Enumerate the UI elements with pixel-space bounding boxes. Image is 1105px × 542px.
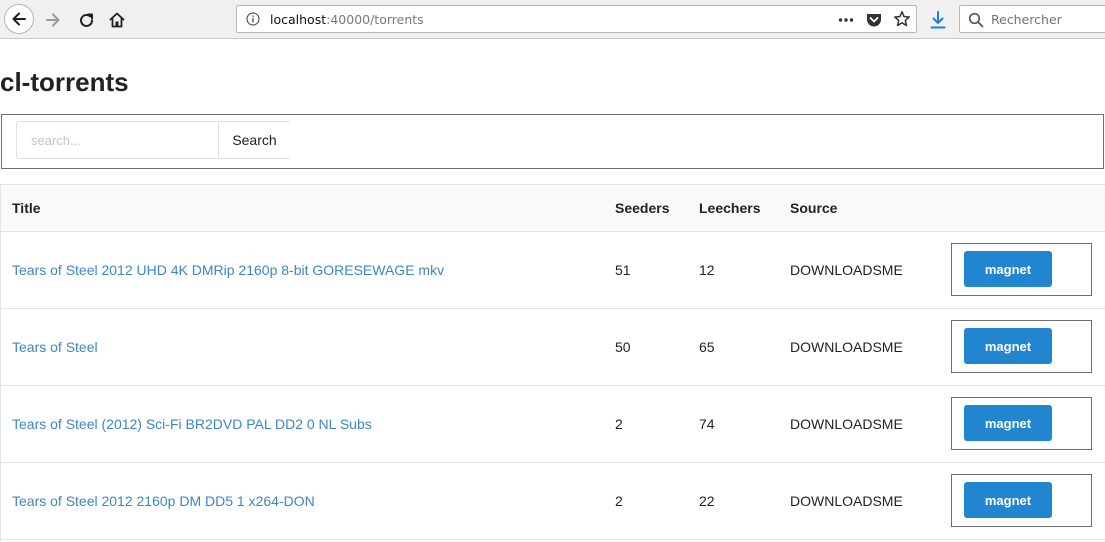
magnet-button[interactable]: magnet — [964, 405, 1052, 441]
table-row: Tears of Steel 2012 2160p DM DD5 1 x264-… — [1, 463, 1105, 540]
arrow-left-icon — [12, 12, 26, 26]
torrent-title-link[interactable]: Tears of Steel (2012) Sci-Fi BR2DVD PAL … — [12, 386, 372, 462]
reload-button[interactable] — [75, 9, 97, 31]
magnet-form: magnet — [951, 397, 1092, 450]
url-path: :40000/torrents — [326, 12, 424, 27]
search-form: Search — [1, 114, 1104, 169]
leechers-count: 12 — [699, 262, 715, 278]
magnet-button[interactable]: magnet — [964, 482, 1052, 518]
seeders-count: 2 — [615, 493, 623, 509]
table-row: Tears of Steel 2012 UHD 4K DMRip 2160p 8… — [1, 232, 1105, 309]
torrent-title-link[interactable]: Tears of Steel 2012 2160p DM DD5 1 x264-… — [12, 463, 315, 539]
source-name: DOWNLOADSME — [790, 339, 903, 355]
magnet-button[interactable]: magnet — [964, 328, 1052, 364]
back-button[interactable] — [4, 4, 34, 34]
url-text[interactable]: localhost:40000/torrents — [270, 12, 424, 28]
reload-icon — [79, 13, 93, 27]
browser-search-placeholder: Rechercher — [991, 12, 1062, 27]
seeders-count: 2 — [615, 416, 623, 432]
search-icon — [968, 12, 984, 28]
torrent-title-link[interactable]: Tears of Steel — [12, 309, 98, 385]
seeders-count: 51 — [615, 262, 631, 278]
table-row: Tears of Steel (2012) Sci-Fi BR2DVD PAL … — [1, 386, 1105, 463]
info-icon[interactable] — [246, 12, 260, 26]
source-name: DOWNLOADSME — [790, 493, 903, 509]
browser-toolbar: localhost:40000/torrents Rechercher — [0, 0, 1105, 39]
source-name: DOWNLOADSME — [790, 416, 903, 432]
home-icon — [109, 12, 125, 28]
home-button[interactable] — [106, 9, 128, 31]
page-title: cl-torrents — [0, 67, 129, 97]
source-name: DOWNLOADSME — [790, 262, 903, 278]
table-row: Tears of Steel 50 65 DOWNLOADSME magnet — [1, 309, 1105, 386]
results-table: Title Seeders Leechers Source Tears of S… — [0, 184, 1105, 542]
download-button[interactable] — [928, 9, 948, 31]
search-button[interactable]: Search — [218, 121, 290, 159]
torrent-title-link[interactable]: Tears of Steel 2012 UHD 4K DMRip 2160p 8… — [12, 232, 444, 308]
leechers-count: 22 — [699, 493, 715, 509]
leechers-count: 74 — [699, 416, 715, 432]
seeders-count: 50 — [615, 339, 631, 355]
address-bar[interactable]: localhost:40000/torrents — [236, 5, 917, 33]
search-input[interactable] — [16, 121, 220, 159]
column-header-title: Title — [12, 200, 41, 216]
magnet-form: magnet — [951, 474, 1092, 527]
column-header-source: Source — [790, 200, 838, 216]
magnet-form: magnet — [951, 243, 1092, 296]
magnet-form: magnet — [951, 320, 1092, 373]
column-header-leechers: Leechers — [699, 200, 761, 216]
table-header: Title Seeders Leechers Source — [1, 185, 1105, 232]
forward-button[interactable] — [42, 9, 64, 31]
browser-search-bar[interactable]: Rechercher — [959, 5, 1105, 33]
more-icon[interactable] — [837, 11, 855, 29]
pocket-icon[interactable] — [865, 11, 883, 29]
magnet-button[interactable]: magnet — [964, 251, 1052, 287]
download-icon — [930, 11, 946, 29]
leechers-count: 65 — [699, 339, 715, 355]
arrow-right-icon — [46, 13, 60, 27]
url-host: localhost — [270, 12, 327, 27]
column-header-seeders: Seeders — [615, 200, 670, 216]
bookmark-star-icon[interactable] — [893, 10, 911, 28]
